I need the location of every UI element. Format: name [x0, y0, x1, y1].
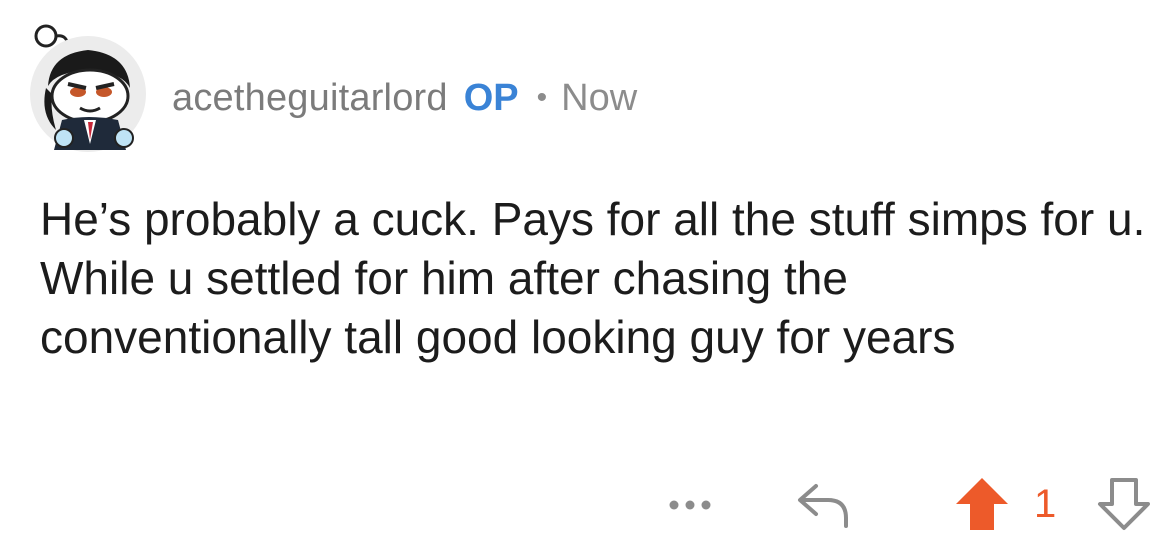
comment-action-bar: 1: [0, 474, 1170, 536]
downvote-arrow-icon: [1098, 478, 1150, 530]
reply-button[interactable]: [794, 478, 854, 530]
more-options-button[interactable]: [664, 490, 716, 520]
upvote-button[interactable]: [952, 476, 1012, 532]
snoo-avatar-icon: [30, 24, 146, 152]
op-badge: OP: [463, 76, 519, 119]
comment-timestamp: Now: [561, 76, 638, 119]
separator-dot: •: [536, 81, 548, 114]
user-avatar[interactable]: [22, 14, 154, 154]
more-horizontal-icon: [669, 500, 711, 510]
vote-count: 1: [1034, 482, 1057, 526]
downvote-button[interactable]: [1094, 476, 1154, 532]
comment-body: He’s probably a cuck. Pays for all the s…: [40, 193, 1146, 363]
comment-card: acetheguitarlord OP • Now He’s probably …: [0, 0, 1170, 538]
upvote-arrow-icon: [956, 478, 1008, 530]
comment-header: acetheguitarlord OP • Now: [172, 72, 637, 124]
reply-arrow-icon: [798, 484, 848, 528]
author-username[interactable]: acetheguitarlord: [172, 77, 448, 120]
